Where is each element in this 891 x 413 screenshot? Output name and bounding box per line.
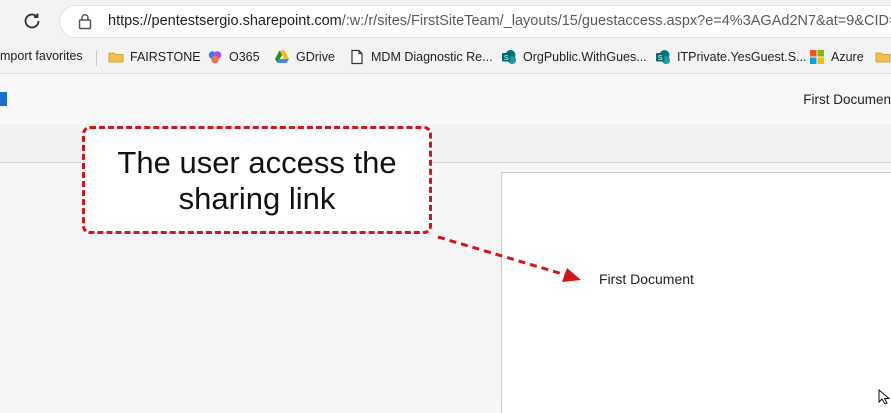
annotation-arrow: [437, 235, 581, 282]
mouse-cursor-icon: [878, 388, 891, 409]
